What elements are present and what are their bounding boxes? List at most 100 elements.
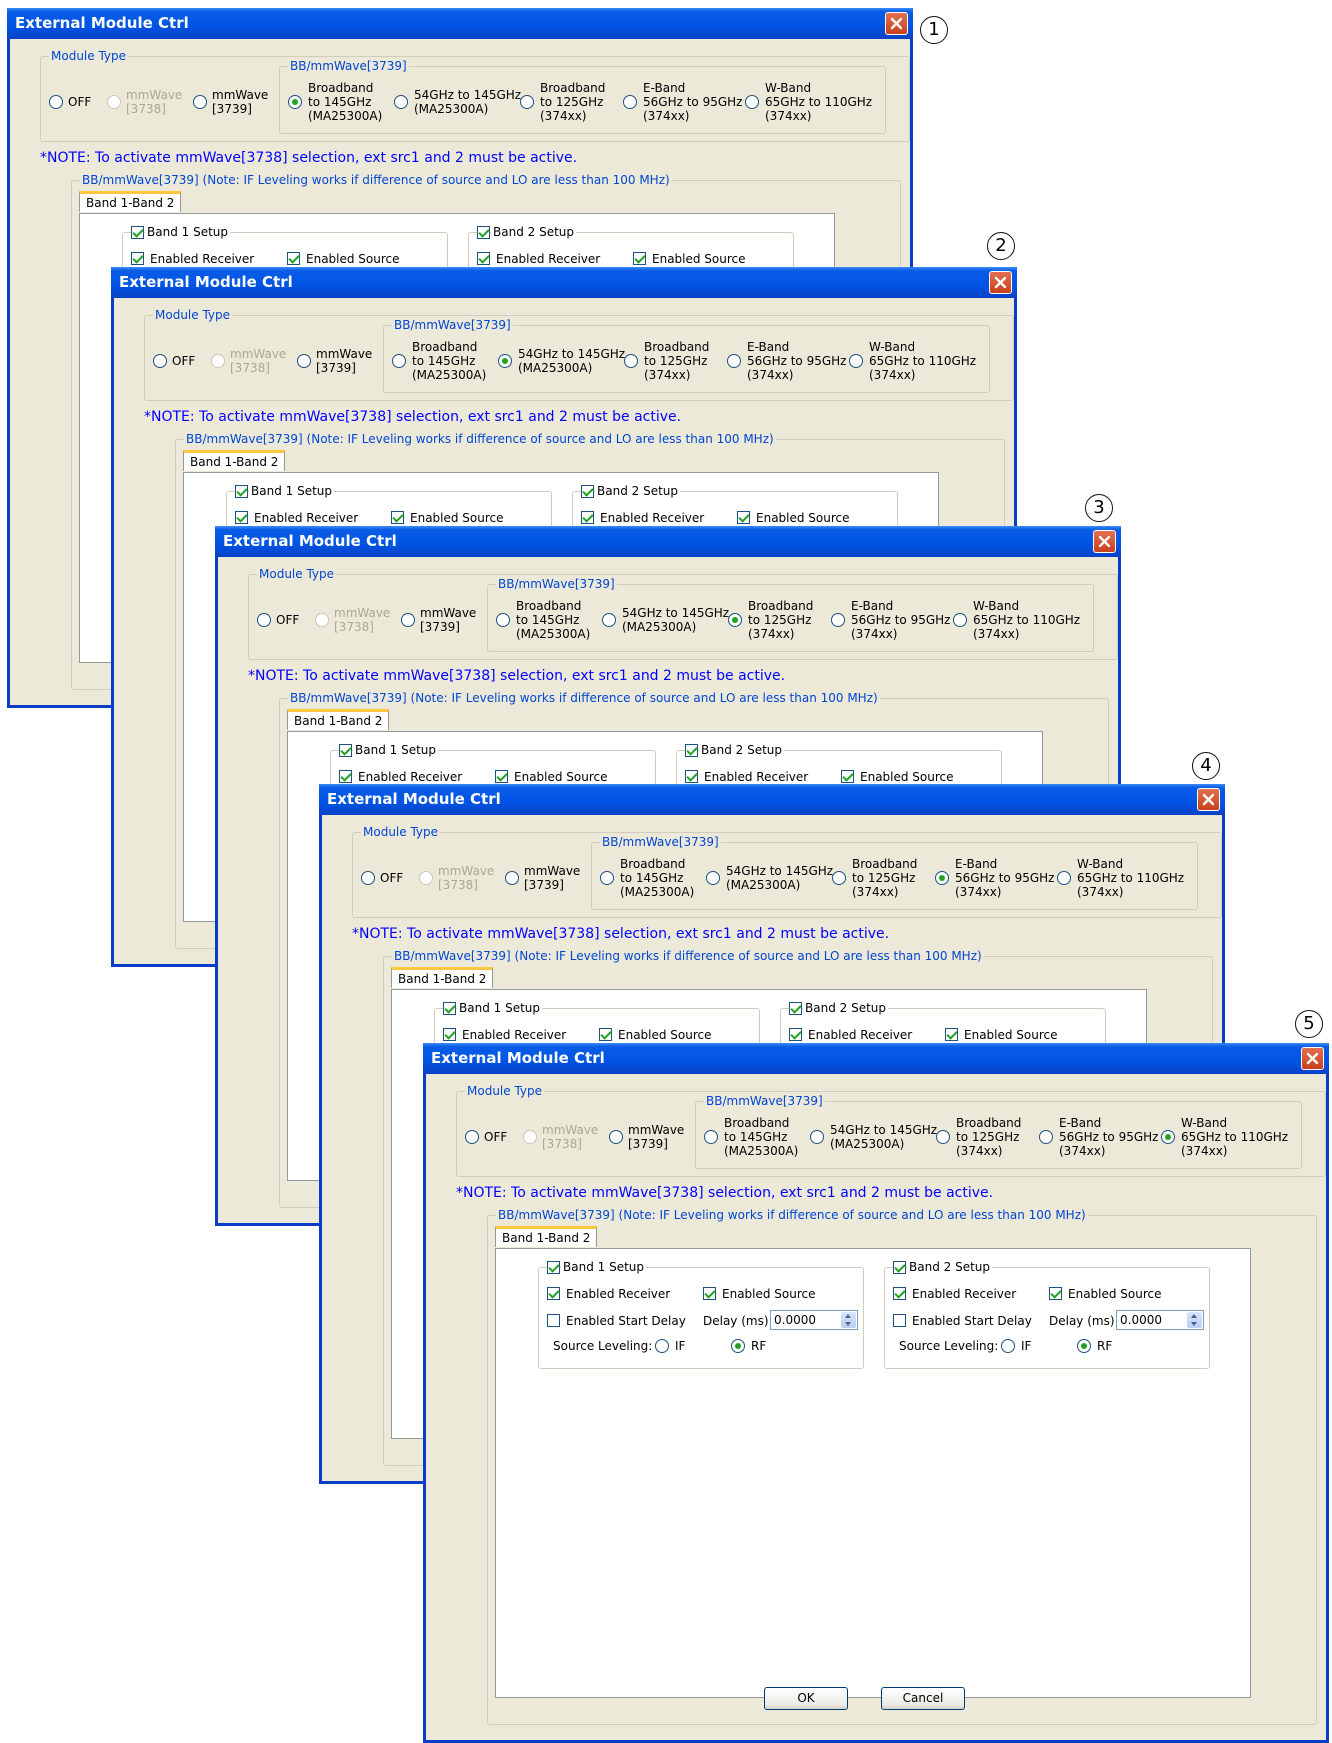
band2-enabled-receiver-checkbox[interactable] [893,1287,906,1300]
band-radio-1[interactable] [600,871,614,885]
tab-band1-band2[interactable]: Band 1-Band 2 [391,967,494,988]
close-button[interactable] [1197,788,1220,811]
band2-enabled-receiver-checkbox[interactable] [477,252,490,265]
band2-enabled-receiver-checkbox[interactable] [789,1028,802,1041]
band-radio-3[interactable] [832,871,846,885]
band2-enabled-receiver-checkbox[interactable] [581,511,594,524]
band-radio-4[interactable] [1039,1130,1053,1144]
module-type-group: Module Type OFF mmWave [3738] mmWave [3739]… [144,307,1014,401]
band1-delay-spin-buttons[interactable] [841,1312,856,1328]
band-radio-5[interactable] [953,613,967,627]
band1-enabled-source-label: Enabled Source [722,1287,816,1301]
band-radio-1[interactable] [288,95,302,109]
close-button[interactable] [989,271,1012,294]
radio-mmwave-3739[interactable] [505,871,519,885]
band2-enabled-receiver-checkbox[interactable] [685,770,698,783]
band1-leveling-rf-radio[interactable] [731,1339,745,1353]
band-radio-4[interactable] [935,871,949,885]
radio-mmwave-3739[interactable] [401,613,415,627]
band-radio-2[interactable] [810,1130,824,1144]
module-type-label: Module Type [361,824,441,840]
band-radio-4[interactable] [831,613,845,627]
tab-band1-band2[interactable]: Band 1-Band 2 [287,709,390,730]
cancel-button[interactable]: Cancel [881,1687,965,1710]
band-radio-2[interactable] [394,95,408,109]
radio-off-label: OFF [380,871,404,885]
band2-setup-checkbox[interactable] [893,1261,906,1274]
radio-off[interactable] [153,354,167,368]
radio-off[interactable] [49,95,63,109]
band-option-label: 54GHz to 145GHz (MA25300A) [622,606,730,634]
band2-enabled-source-checkbox[interactable] [841,770,854,783]
close-button[interactable] [1301,1047,1324,1070]
band2-enabled-start-delay-checkbox[interactable] [893,1314,906,1327]
band-option-label: W-Band 65GHz to 110GHz (374xx) [869,340,977,382]
band2-enabled-source-label: Enabled Source [964,1028,1058,1042]
radio-mmwave-3738 [315,613,329,627]
band1-enabled-source-checkbox[interactable] [599,1028,612,1041]
band1-enabled-source-checkbox[interactable] [495,770,508,783]
close-button[interactable] [1093,530,1116,553]
band2-delay-spin-buttons[interactable] [1187,1312,1202,1328]
band1-setup-checkbox[interactable] [339,744,352,757]
tab-band1-band2[interactable]: Band 1-Band 2 [79,191,182,212]
band-radio-2[interactable] [706,871,720,885]
band-radio-1[interactable] [496,613,510,627]
band1-enabled-source-checkbox[interactable] [703,1287,716,1300]
radio-off[interactable] [361,871,375,885]
band2-setup-checkbox[interactable] [685,744,698,757]
band2-setup-label: Band 2 Setup [595,483,680,499]
band1-enabled-receiver-checkbox[interactable] [339,770,352,783]
band-radio-3[interactable] [624,354,638,368]
band2-enabled-source-checkbox[interactable] [737,511,750,524]
band-radio-5[interactable] [745,95,759,109]
band1-delay-stepper[interactable]: 0.0000 [770,1310,858,1330]
radio-off-label: OFF [68,95,92,109]
band2-setup-checkbox[interactable] [477,226,490,239]
ok-button[interactable]: OK [764,1687,848,1710]
band-radio-1[interactable] [704,1130,718,1144]
band-radio-1[interactable] [392,354,406,368]
band2-enabled-source-checkbox[interactable] [945,1028,958,1041]
band-radio-5[interactable] [1161,1130,1175,1144]
band1-enabled-source-checkbox[interactable] [391,511,404,524]
radio-mmwave-3739[interactable] [193,95,207,109]
band2-enabled-source-checkbox[interactable] [633,252,646,265]
band1-leveling-if-radio[interactable] [655,1339,669,1353]
window-title: External Module Ctrl [431,1049,605,1067]
band2-leveling-if-radio[interactable] [1001,1339,1015,1353]
band1-enabled-receiver-checkbox[interactable] [131,252,144,265]
band-radio-3[interactable] [936,1130,950,1144]
band1-enabled-start-delay-checkbox[interactable] [547,1314,560,1327]
band-radio-4[interactable] [727,354,741,368]
band-radio-5[interactable] [849,354,863,368]
band2-setup-checkbox[interactable] [789,1002,802,1015]
radio-off[interactable] [465,1130,479,1144]
band1-enabled-receiver-label: Enabled Receiver [462,1028,567,1042]
band1-enabled-receiver-checkbox[interactable] [547,1287,560,1300]
band2-leveling-rf-radio[interactable] [1077,1339,1091,1353]
band1-setup-checkbox[interactable] [131,226,144,239]
band-radio-4[interactable] [623,95,637,109]
band1-setup-checkbox[interactable] [443,1002,456,1015]
band2-delay-stepper[interactable]: 0.0000 [1116,1310,1204,1330]
band1-enabled-receiver-checkbox[interactable] [443,1028,456,1041]
close-button[interactable] [885,12,908,35]
band1-setup-checkbox[interactable] [547,1261,560,1274]
radio-mmwave-3739[interactable] [609,1130,623,1144]
radio-off[interactable] [257,613,271,627]
band2-setup-checkbox[interactable] [581,485,594,498]
band-radio-3[interactable] [520,95,534,109]
radio-mmwave-3739[interactable] [297,354,311,368]
tab-band1-band2[interactable]: Band 1-Band 2 [183,450,286,471]
band2-enabled-source-checkbox[interactable] [1049,1287,1062,1300]
band-radio-5[interactable] [1057,871,1071,885]
band-radio-2[interactable] [602,613,616,627]
band-radio-2[interactable] [498,354,512,368]
band1-enabled-source-checkbox[interactable] [287,252,300,265]
module-type-label: Module Type [465,1083,545,1099]
band1-setup-checkbox[interactable] [235,485,248,498]
band1-enabled-receiver-checkbox[interactable] [235,511,248,524]
band-radio-3[interactable] [728,613,742,627]
tab-band1-band2[interactable]: Band 1-Band 2 [495,1226,598,1247]
